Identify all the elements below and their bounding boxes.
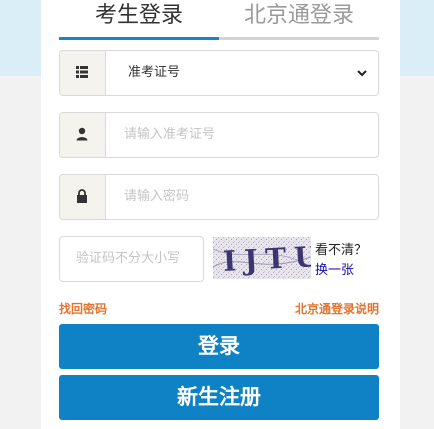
captcha-text: IJTU <box>222 240 311 278</box>
exam-id-input[interactable]: 请输入准考证号 <box>59 112 379 158</box>
user-icon <box>60 113 106 157</box>
password-input[interactable]: 请输入密码 <box>59 174 379 220</box>
login-button[interactable]: 登录 <box>59 324 379 369</box>
tab-student-login[interactable]: 考生登录 <box>59 0 219 40</box>
captcha-image[interactable]: IJTU <box>213 237 311 279</box>
chevron-down-icon <box>357 70 367 77</box>
list-icon <box>60 51 106 95</box>
id-type-value: 准考证号 <box>128 65 181 80</box>
captcha-input[interactable]: 验证码不分大小写 <box>59 236 204 282</box>
exam-id-placeholder: 请输入准考证号 <box>124 127 216 142</box>
captcha-refresh-link[interactable]: 换一张 <box>315 259 354 278</box>
forgot-password-link[interactable]: 找回密码 <box>59 300 107 317</box>
captcha-placeholder: 验证码不分大小写 <box>76 251 181 266</box>
register-button[interactable]: 新生注册 <box>59 375 379 420</box>
beijingtong-help-link[interactable]: 北京通登录说明 <box>295 300 379 317</box>
captcha-hint: 看不清？ <box>315 243 368 258</box>
id-type-select[interactable]: 准考证号 <box>59 50 379 96</box>
password-placeholder: 请输入密码 <box>124 189 190 204</box>
tab-beijingtong-login[interactable]: 北京通登录 <box>219 0 379 40</box>
lock-icon <box>60 175 106 219</box>
login-tabs: 考生登录 北京通登录 <box>59 0 379 40</box>
